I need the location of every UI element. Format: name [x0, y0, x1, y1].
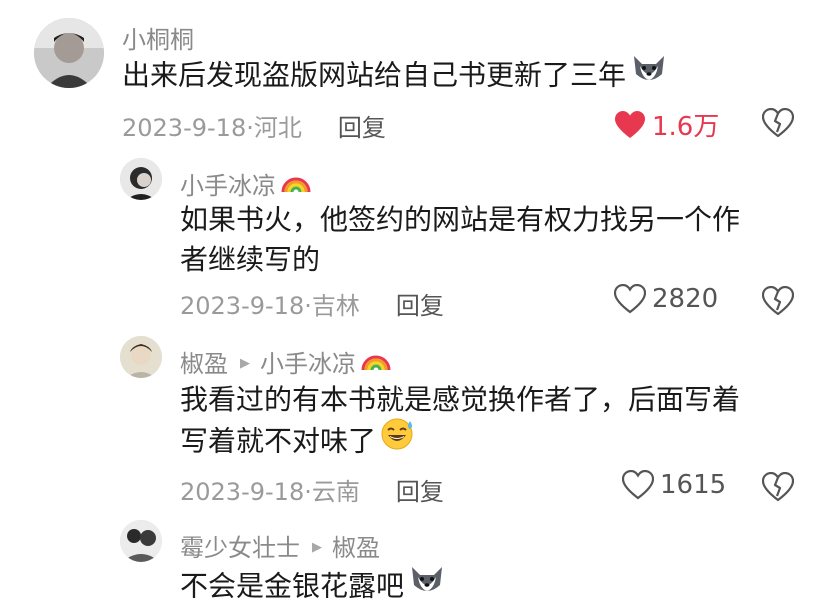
reply-to-username[interactable]: 椒盈 — [332, 534, 380, 562]
meta-separator: · — [304, 292, 312, 320]
comment-text-content: 出来后发现盗版网站给自己书更新了三年 — [122, 58, 627, 92]
like-button[interactable]: 2820 — [614, 284, 718, 314]
sweat-smile-emoji — [380, 417, 416, 462]
broken-heart-icon[interactable] — [762, 286, 794, 316]
avatar-image — [120, 336, 162, 378]
comment-text-line: 写着就不对味了 — [180, 417, 740, 465]
comment-date: 2023-9-18 — [180, 478, 305, 506]
avatar-image — [120, 158, 162, 200]
username[interactable]: 椒盈 ▶ 小手冰凉 — [180, 344, 392, 381]
reply-button[interactable]: 回复 — [396, 478, 444, 506]
reply-button[interactable]: 回复 — [396, 292, 444, 320]
username-text: 霉少女壮士 — [180, 534, 300, 562]
comment-text-content: 不会是金银花露吧 — [180, 569, 405, 603]
comment-location: 河北 — [253, 114, 302, 142]
avatar[interactable] — [120, 520, 162, 562]
reply-arrow-icon: ▶ — [312, 539, 322, 555]
heart-outline-icon — [614, 284, 646, 314]
username-text: 小桐桐 — [122, 26, 194, 54]
avatar-image — [34, 18, 104, 88]
username-text: 小手冰凉 — [180, 172, 276, 200]
comment-location: 云南 — [311, 478, 360, 506]
meta-separator: · — [304, 478, 312, 506]
like-count: 1.6万 — [652, 112, 720, 142]
comment-text: 我看过的有本书就是感觉换作者了，后面写着 写着就不对味了 — [180, 380, 740, 465]
meta-separator: · — [246, 114, 254, 142]
rainbow-emoji — [360, 346, 392, 378]
comment-meta: 2023-9-18·吉林 回复 — [180, 286, 444, 321]
husky-emoji — [408, 563, 446, 606]
heart-outline-icon — [622, 470, 654, 500]
heart-filled-icon — [615, 110, 645, 138]
like-count: 1615 — [660, 470, 727, 500]
rainbow-emoji — [280, 168, 312, 200]
comment-text-content: 写着就不对味了 — [180, 424, 377, 458]
avatar-image — [120, 520, 162, 562]
comment-meta: 2023-9-18·河北 回复 — [122, 108, 386, 143]
comment-text-line: 者继续写的 — [180, 243, 321, 276]
avatar[interactable] — [120, 336, 162, 378]
username[interactable]: 小桐桐 — [122, 20, 194, 55]
broken-heart-icon[interactable] — [762, 108, 794, 138]
comment-date: 2023-9-18 — [180, 292, 305, 320]
avatar[interactable] — [120, 158, 162, 200]
reply-button[interactable]: 回复 — [338, 114, 386, 142]
username[interactable]: 霉少女壮士 ▶ 椒盈 — [180, 528, 380, 563]
avatar[interactable] — [34, 18, 104, 88]
comment-text: 如果书火，他签约的网站是有权力找另一个作 者继续写的 — [180, 200, 740, 280]
comment-location: 吉林 — [311, 292, 360, 320]
broken-heart-icon[interactable] — [762, 472, 794, 502]
comment-text-line: 我看过的有本书就是感觉换作者了，后面写着 — [180, 383, 741, 416]
username-text: 椒盈 — [180, 350, 228, 378]
like-button[interactable]: 1615 — [622, 470, 726, 500]
like-button[interactable]: 1.6万 — [614, 106, 719, 143]
like-count: 2820 — [652, 284, 719, 314]
username[interactable]: 小手冰凉 — [180, 166, 312, 203]
comment-text: 出来后发现盗版网站给自己书更新了三年 — [122, 55, 668, 98]
reply-to-username[interactable]: 小手冰凉 — [260, 350, 356, 378]
husky-emoji — [630, 52, 668, 95]
comment-date: 2023-9-18 — [122, 114, 247, 142]
comment-text-line: 如果书火，他签约的网站是有权力找另一个作 — [180, 203, 741, 236]
comment-text: 不会是金银花露吧 — [180, 566, 446, 609]
reply-arrow-icon: ▶ — [240, 355, 250, 371]
comment-meta: 2023-9-18·云南 回复 — [180, 472, 444, 507]
